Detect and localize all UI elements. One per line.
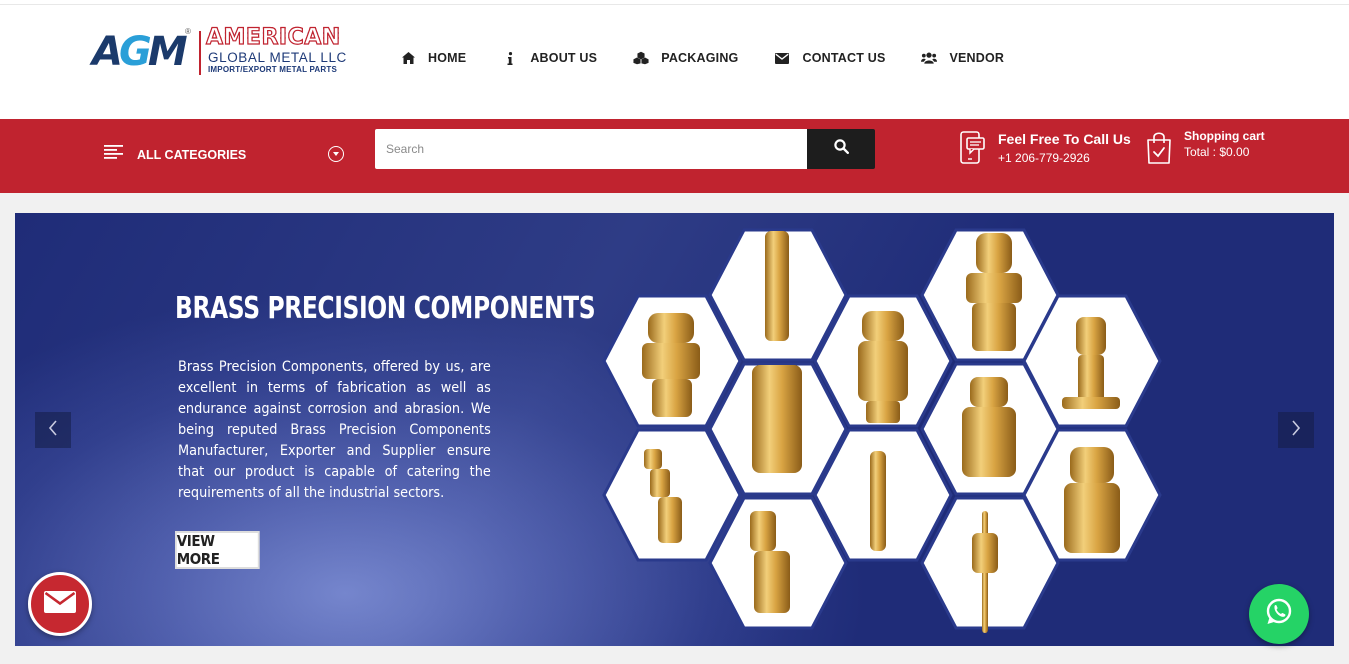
chevron-down-icon[interactable] bbox=[328, 146, 344, 162]
all-categories-label: ALL CATEGORIES bbox=[137, 147, 247, 162]
search-bar: ALL CATEGORIES Feel Free To Call Us +1 2… bbox=[0, 119, 1349, 193]
slider-prev-button[interactable] bbox=[35, 412, 71, 448]
product-hexagon-collage bbox=[602, 228, 1162, 633]
nav-item-about-us[interactable]: ABOUT US bbox=[502, 50, 597, 66]
chevron-right-icon bbox=[1291, 419, 1301, 441]
slider-next-button[interactable] bbox=[1278, 412, 1314, 448]
all-categories-toggle[interactable]: ALL CATEGORIES bbox=[104, 145, 246, 164]
info-icon bbox=[502, 50, 518, 66]
chevron-left-icon bbox=[48, 419, 58, 441]
call-us-title: Feel Free To Call Us bbox=[998, 131, 1131, 147]
home-icon bbox=[400, 50, 416, 66]
slide-description: Brass Precision Components, offered by u… bbox=[178, 359, 491, 501]
envelope-icon bbox=[774, 50, 790, 66]
cubes-icon bbox=[633, 50, 649, 66]
nav-item-vendor[interactable]: VENDOR bbox=[921, 50, 1004, 66]
logo-name-line1: AMERICAN bbox=[205, 25, 341, 50]
search-input[interactable] bbox=[375, 129, 807, 169]
logo-divider bbox=[199, 31, 201, 75]
email-float-button[interactable] bbox=[28, 572, 92, 636]
logo-name-line2: GLOBAL METAL LLC bbox=[208, 50, 347, 65]
cart-total: Total : $0.00 bbox=[1184, 145, 1250, 159]
phone-chat-icon bbox=[958, 131, 986, 170]
search-icon bbox=[833, 139, 849, 159]
view-more-button[interactable]: VIEW MORE bbox=[175, 531, 260, 569]
slide-title: BRASS PRECISION COMPONENTS bbox=[175, 291, 596, 326]
hero-slider: BRASS PRECISION COMPONENTS Brass Precisi… bbox=[15, 213, 1334, 646]
registered-mark: ® bbox=[185, 27, 191, 36]
whatsapp-icon bbox=[1264, 597, 1294, 632]
nav-label: HOME bbox=[428, 51, 467, 65]
page-bottom bbox=[0, 646, 1349, 664]
shopping-bag-icon bbox=[1146, 131, 1172, 169]
nav-label: CONTACT US bbox=[802, 51, 886, 65]
nav-label: PACKAGING bbox=[661, 51, 739, 65]
menu-lines-icon bbox=[104, 145, 123, 164]
site-header: AGM ® AMERICAN GLOBAL METAL LLC IMPORT/E… bbox=[0, 5, 1349, 119]
search-button[interactable] bbox=[807, 129, 875, 169]
slide-title-bold: BRASS bbox=[175, 291, 260, 326]
nav-item-home[interactable]: HOME bbox=[400, 50, 466, 66]
slide-title-rest: PRECISION COMPONENTS bbox=[267, 291, 596, 326]
main-nav: HOME ABOUT US PACKAGING CONTACT US VENDO… bbox=[400, 48, 1040, 68]
call-us-phone[interactable]: +1 206-779-2926 bbox=[998, 151, 1090, 165]
nav-item-contact-us[interactable]: CONTACT US bbox=[774, 50, 885, 66]
cart-title: Shopping cart bbox=[1184, 129, 1265, 143]
logo-mark: AGM bbox=[92, 29, 188, 75]
mail-icon bbox=[44, 590, 76, 618]
site-logo[interactable]: AGM ® AMERICAN GLOBAL METAL LLC IMPORT/E… bbox=[92, 25, 362, 83]
nav-item-packaging[interactable]: PACKAGING bbox=[633, 50, 738, 66]
whatsapp-float-button[interactable] bbox=[1249, 584, 1309, 644]
users-icon bbox=[921, 50, 938, 66]
logo-name-line3: IMPORT/EXPORT METAL PARTS bbox=[208, 65, 338, 74]
nav-label: ABOUT US bbox=[530, 51, 598, 65]
nav-label: VENDOR bbox=[949, 51, 1005, 65]
